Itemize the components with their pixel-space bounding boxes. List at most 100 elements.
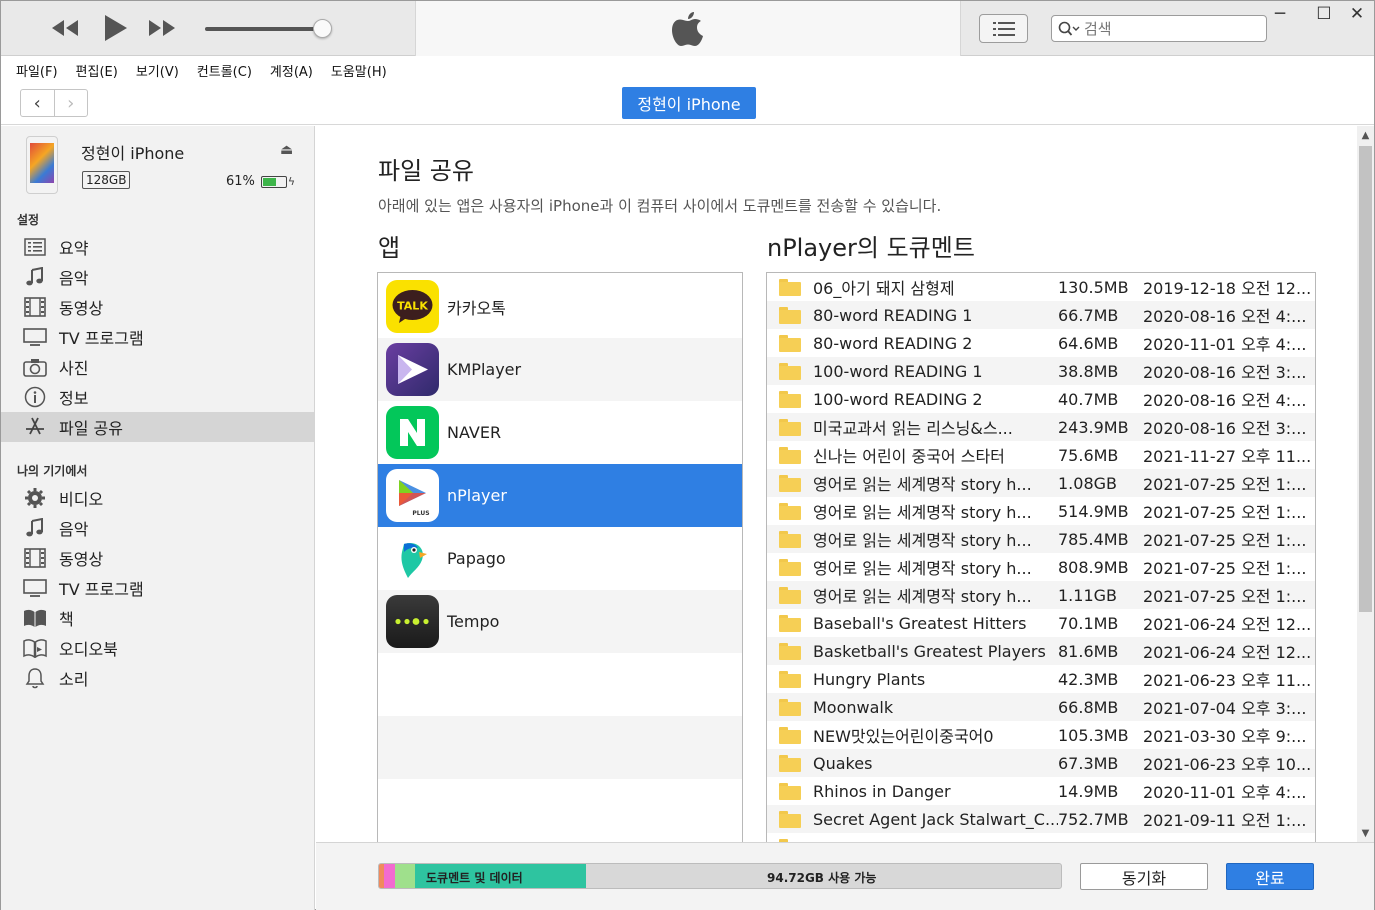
sidebar-device-item-3[interactable]: TV 프로그램 [1,573,314,603]
sidebar-settings-item-4[interactable]: 사진 [1,352,314,382]
document-row[interactable]: 100-word READING 2 40.7MB 2020-08-16 오전 4:… [767,385,1315,413]
volume-track[interactable] [205,27,323,31]
sidebar-device-item-1[interactable]: 음악 [1,513,314,543]
search-box[interactable] [1051,15,1267,42]
tv-icon [23,576,47,600]
menu-view[interactable]: 보기(V) [127,61,188,80]
document-row[interactable]: 신나는 어린이 중국어 스타터 75.6MB 2021-11-27 오후 11... [767,441,1315,469]
document-size: 66.8MB [1058,697,1119,717]
scroll-up-icon[interactable]: ▲ [1357,126,1374,144]
sidebar-settings-item-3[interactable]: TV 프로그램 [1,322,314,352]
music-note-icon [23,265,47,289]
vertical-scrollbar[interactable]: ▲ ▼ [1357,126,1374,842]
app-name: NAVER [447,423,502,442]
sidebar-settings-item-1[interactable]: 음악 [1,262,314,292]
document-row[interactable]: Rhinos in Danger 14.9MB 2020-11-01 오후 4:..… [767,777,1315,805]
scroll-down-icon[interactable]: ▼ [1357,824,1374,842]
sidebar-settings-item-6[interactable]: 파일 공유 [1,412,314,442]
sidebar-item-label: 파일 공유 [59,419,123,438]
folder-icon [779,531,801,548]
document-row[interactable]: 영어로 읽는 세계명작 story h... 514.9MB 2021-07-25 … [767,497,1315,525]
footer-bar: 도큐멘트 및 데이터 94.72GB 사용 가능 동기화 완료 [316,842,1374,910]
device-button[interactable]: 정현이 iPhone [622,87,756,119]
menu-help[interactable]: 도움말(H) [322,61,396,80]
list-view-button[interactable] [979,14,1028,43]
storage-segment [394,864,416,888]
folder-icon [779,559,801,576]
sidebar-device-item-2[interactable]: 동영상 [1,543,314,573]
document-date: 2020-08-16 오전 4:... [1143,391,1307,410]
empty-row [378,716,742,779]
document-row[interactable]: NEW맛있는어린이중국어0 105.3MB 2021-03-30 오후 9:... [767,721,1315,749]
document-row[interactable]: Secret Agent Jack Stalwart_C... 752.7MB 20… [767,805,1315,833]
app-row[interactable]: NAVER [378,401,742,464]
document-date: 2021-07-25 오전 1:... [1143,559,1307,578]
history-nav: ‹ › [20,89,88,117]
app-list: TALK 카카오톡 KMPlayer NAVER PLUS nPlayer Papago Te… [377,272,743,846]
done-button[interactable]: 완료 [1226,863,1314,890]
back-button[interactable]: ‹ [21,90,55,116]
menu-file[interactable]: 파일(F) [7,61,67,80]
search-input[interactable] [1084,19,1234,38]
app-store-icon [23,415,47,439]
app-row[interactable]: Tempo [378,590,742,653]
forward-button[interactable]: › [55,90,88,116]
document-size: 38.8MB [1058,361,1119,381]
app-row[interactable]: Papago [378,527,742,590]
document-size: 40.7MB [1058,389,1119,409]
play-button[interactable] [99,13,131,43]
document-name: Baseball's Greatest Hitters [813,613,1027,633]
scrollbar-thumb[interactable] [1359,146,1372,612]
kmplayer-icon [386,343,439,396]
sidebar-settings-item-5[interactable]: 정보 [1,382,314,412]
svg-text:TALK: TALK [397,300,428,313]
bell-icon [23,666,47,690]
sidebar-settings-item-2[interactable]: 동영상 [1,292,314,322]
eject-icon[interactable]: ⏏ [280,142,293,158]
folder-icon [779,643,801,660]
document-row[interactable]: Quakes 67.3MB 2021-06-23 오후 10... [767,749,1315,777]
document-row[interactable]: 80-word READING 2 64.6MB 2020-11-01 오후 4:.… [767,329,1315,357]
sidebar-settings-item-0[interactable]: 요약 [1,232,314,262]
document-row[interactable]: Hungry Plants 42.3MB 2021-06-23 오후 11... [767,665,1315,693]
document-row[interactable]: 80-word READING 1 66.7MB 2020-08-16 오전 4:.… [767,301,1315,329]
document-row[interactable]: 미국교과서 읽는 리스닝&스... 243.9MB 2020-08-16 오전 3:… [767,413,1315,441]
close-button[interactable]: ✕ [1340,1,1374,27]
sidebar-device-item-0[interactable]: 비디오 [1,483,314,513]
app-row[interactable]: PLUS nPlayer [378,464,742,527]
document-name: 신나는 어린이 중국어 스타터 [813,447,1005,466]
sync-button[interactable]: 동기화 [1080,863,1208,890]
app-row[interactable]: KMPlayer [378,338,742,401]
document-size: 81.6MB [1058,641,1119,661]
document-size: 105.3MB [1058,725,1129,745]
menu-account[interactable]: 계정(A) [261,61,322,80]
battery-percent: 61% [226,174,255,189]
sidebar-device-item-6[interactable]: 소리 [1,663,314,693]
document-row[interactable]: 영어로 읽는 세계명작 story h... 785.4MB 2021-07-25 … [767,525,1315,553]
document-row[interactable]: 06_아기 돼지 삼형제 130.5MB 2019-12-18 오전 12... [767,273,1315,301]
sidebar-device-item-5[interactable]: 오디오북 [1,633,314,663]
volume-knob[interactable] [313,19,332,38]
rewind-button[interactable] [47,13,83,43]
document-row[interactable]: Baseball's Greatest Hitters 70.1MB 2021-06… [767,609,1315,637]
document-date: 2020-11-01 오후 4:... [1143,335,1307,354]
apps-heading: 앱 [378,234,401,262]
menu-edit[interactable]: 편집(E) [67,61,127,80]
app-row[interactable]: TALK 카카오톡 [378,275,742,338]
sidebar-device-item-4[interactable]: 책 [1,603,314,633]
document-row[interactable]: 영어로 읽는 세계명작 story h... 808.9MB 2021-07-25 … [767,553,1315,581]
minimize-button[interactable]: ─ [1263,1,1297,27]
document-size: 64.6MB [1058,333,1119,353]
film-icon [23,546,47,570]
document-row[interactable]: 100-word READING 1 38.8MB 2020-08-16 오전 3:… [767,357,1315,385]
document-name: 06_아기 돼지 삼형제 [813,279,955,298]
fast-forward-button[interactable] [144,13,180,43]
document-row[interactable]: 영어로 읽는 세계명작 story h... 1.08GB 2021-07-25 오… [767,469,1315,497]
menu-controls[interactable]: 컨트롤(C) [188,61,261,80]
papago-icon [386,532,439,585]
document-row[interactable]: Moonwalk 66.8MB 2021-07-04 오후 3:... [767,693,1315,721]
document-row[interactable]: Basketball's Greatest Players 81.6MB 2021-… [767,637,1315,665]
maximize-button[interactable]: ☐ [1307,1,1341,27]
iphone-icon [26,136,58,194]
document-row[interactable]: 영어로 읽는 세계명작 story h... 1.11GB 2021-07-25 오… [767,581,1315,609]
